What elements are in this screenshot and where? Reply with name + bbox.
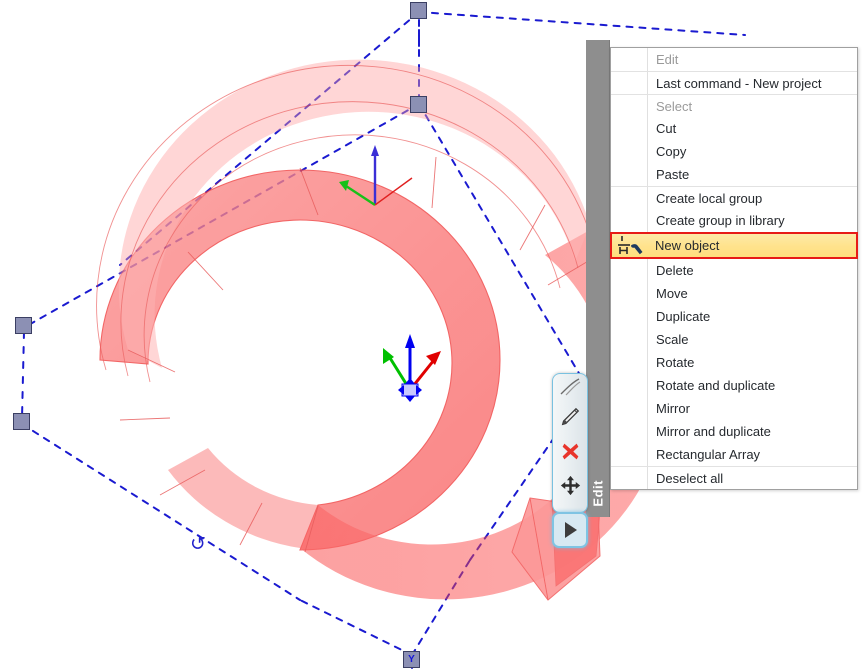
- expand-triangle-icon: [565, 522, 577, 538]
- floating-mini-toolbar[interactable]: [552, 373, 588, 513]
- grip-lines-icon: [560, 378, 581, 396]
- menu-item-rotate[interactable]: Rotate: [611, 351, 857, 374]
- menu-item-new-object-label: New object: [655, 238, 720, 253]
- node-marker[interactable]: [13, 413, 30, 430]
- delete-x-icon: [562, 443, 578, 459]
- menu-item-deselect-all[interactable]: Deselect all: [611, 466, 857, 489]
- menu-item-last-command[interactable]: Last command - New project: [611, 71, 857, 94]
- menu-item-edit: Edit: [656, 52, 679, 67]
- menu-item-move[interactable]: Move: [611, 282, 857, 305]
- rotate-icon[interactable]: ↺: [190, 535, 206, 554]
- menu-item-mirror-and-duplicate[interactable]: Mirror and duplicate: [611, 420, 857, 443]
- node-marker-y[interactable]: Y: [403, 651, 420, 668]
- pencil-icon: [561, 407, 580, 426]
- menu-item-mirror[interactable]: Mirror: [611, 397, 857, 420]
- pencil-button[interactable]: [554, 400, 586, 434]
- menu-item-select: Select: [611, 94, 857, 117]
- node-marker[interactable]: [410, 96, 427, 113]
- menu-item-rectangular-array[interactable]: Rectangular Array: [611, 443, 857, 466]
- edit-side-tab-label: Edit: [590, 480, 605, 507]
- menu-item-rotate-and-duplicate[interactable]: Rotate and duplicate: [611, 374, 857, 397]
- menu-item-copy[interactable]: Copy: [611, 140, 857, 163]
- menu-item-create-local-group[interactable]: Create local group: [611, 186, 857, 209]
- move-button[interactable]: [554, 468, 586, 502]
- mini-toolbar-expand-button[interactable]: [552, 512, 588, 548]
- menu-item-paste[interactable]: Paste: [611, 163, 857, 186]
- menu-item-delete[interactable]: Delete: [611, 259, 857, 282]
- app-window: Y ↺ Edit Edit Last command - New project…: [0, 0, 862, 671]
- move-arrows-icon: [560, 475, 580, 495]
- delete-button[interactable]: [554, 434, 586, 468]
- node-marker-label: Y: [408, 653, 415, 665]
- menu-item-duplicate[interactable]: Duplicate: [611, 305, 857, 328]
- toolbar-grip: [554, 374, 586, 400]
- menu-item-new-object[interactable]: New object: [610, 232, 858, 259]
- node-marker[interactable]: [410, 2, 427, 19]
- menu-item-create-group-in-library[interactable]: Create group in library: [611, 209, 857, 232]
- menu-item-cut[interactable]: Cut: [611, 117, 857, 140]
- menu-item-scale[interactable]: Scale: [611, 328, 857, 351]
- new-object-icon: [616, 235, 646, 256]
- node-marker[interactable]: [15, 317, 32, 334]
- edit-context-menu[interactable]: Edit Last command - New project Select C…: [610, 47, 858, 490]
- edit-side-tab[interactable]: Edit: [586, 40, 610, 517]
- axis-gizmo[interactable]: [383, 334, 441, 402]
